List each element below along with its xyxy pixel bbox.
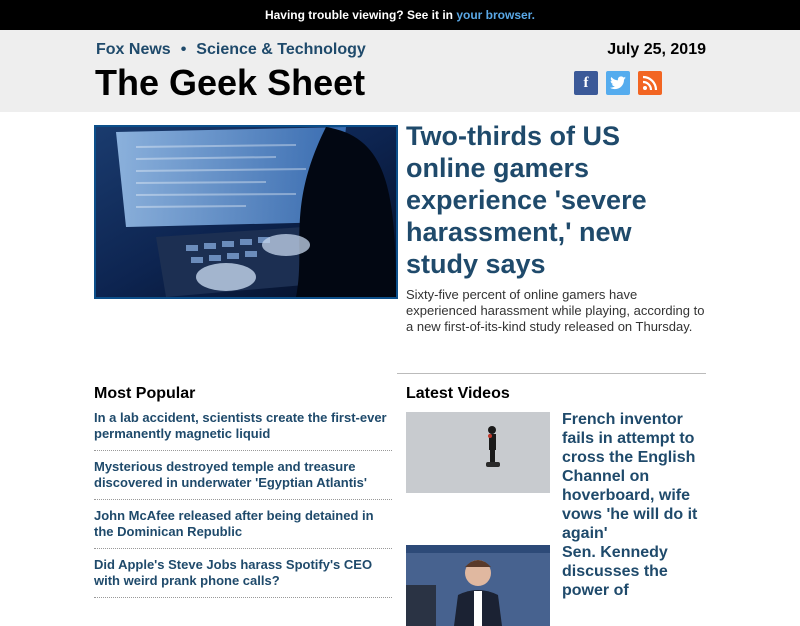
breadcrumb: Fox News • Science & Technology (96, 41, 366, 59)
most-popular-heading: Most Popular (94, 385, 196, 402)
breadcrumb-separator: • (180, 41, 187, 58)
breadcrumb-fox-news[interactable]: Fox News (96, 41, 171, 58)
issue-date: July 25, 2019 (607, 41, 706, 58)
list-item[interactable]: In a lab accident, scientists create the… (94, 410, 392, 451)
breadcrumb-science-technology[interactable]: Science & Technology (196, 41, 366, 58)
newsletter-title: The Geek Sheet (95, 62, 366, 103)
section-divider (397, 373, 706, 374)
video-thumbnail-hoverboard[interactable] (406, 412, 550, 493)
hero-headline[interactable]: Two-thirds of US online gamers experienc… (406, 120, 706, 280)
most-popular-list: In a lab accident, scientists create the… (94, 410, 392, 606)
newsletter-header: Fox News • Science & Technology July 25, 2… (0, 30, 800, 112)
video-title[interactable]: French inventor fails in attempt to cros… (562, 410, 707, 543)
latest-videos-heading: Latest Videos (406, 385, 510, 402)
social-links: f (574, 71, 662, 95)
video-title[interactable]: Sen. Kennedy discusses the power of (562, 543, 707, 600)
rss-icon[interactable] (638, 71, 662, 95)
view-in-browser-bar: Having trouble viewing? See it in your b… (0, 0, 800, 30)
trouble-viewing-text: Having trouble viewing? See it in (264, 8, 457, 22)
hero-image-hacker-keyboard[interactable] (94, 125, 398, 299)
browser-link[interactable]: your browser. (456, 8, 535, 22)
video-thumbnail-hearing[interactable] (406, 545, 550, 626)
twitter-icon[interactable] (606, 71, 630, 95)
facebook-icon[interactable]: f (574, 71, 598, 95)
list-item[interactable]: Mysterious destroyed temple and treasure… (94, 459, 392, 500)
hero-summary: Sixty-five percent of online gamers have… (406, 287, 705, 334)
list-item[interactable]: John McAfee released after being detaine… (94, 508, 392, 549)
list-item[interactable]: Did Apple's Steve Jobs harass Spotify's … (94, 557, 392, 598)
